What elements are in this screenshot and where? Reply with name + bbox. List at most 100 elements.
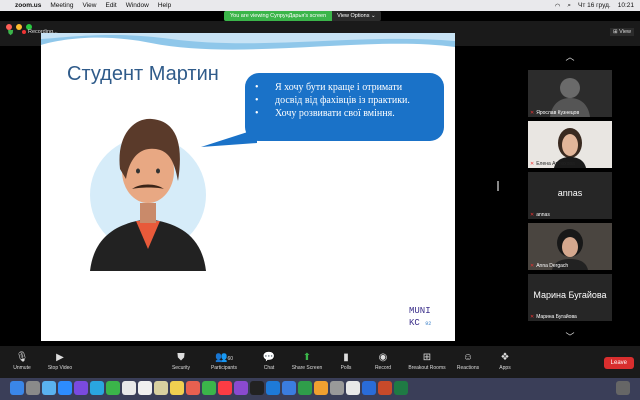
- zoom-icon[interactable]: [58, 381, 72, 395]
- telegram-icon[interactable]: [90, 381, 104, 395]
- chevron-up-icon[interactable]: ︿: [558, 50, 582, 63]
- view-label: View: [619, 29, 631, 35]
- messages-icon[interactable]: [106, 381, 120, 395]
- participants-count: 60: [227, 356, 233, 362]
- viewing-text: You are viewing СупрунДарья's screen: [224, 11, 333, 21]
- polls-button[interactable]: ▮ Polls: [326, 351, 366, 371]
- chat-button[interactable]: 💬 Chat: [249, 351, 289, 371]
- chat-bubble-icon: 💬: [262, 352, 276, 363]
- participant-name: Ярослав Кузнецов: [536, 110, 580, 116]
- mic-muted-icon: ✕: [530, 110, 535, 116]
- launchpad-icon[interactable]: [26, 381, 40, 395]
- logo-line2: KC: [409, 318, 420, 328]
- leave-button[interactable]: Leave: [603, 357, 634, 369]
- student-avatar-illustration: [90, 118, 206, 271]
- excel-icon[interactable]: [394, 381, 408, 395]
- polls-label: Polls: [340, 365, 352, 371]
- word-icon[interactable]: [362, 381, 376, 395]
- apps-button[interactable]: ❖ Apps: [485, 351, 525, 371]
- menu-view[interactable]: View: [83, 2, 97, 9]
- share-screen-icon: ⬆: [302, 352, 312, 363]
- record-icon: ◉: [378, 352, 388, 363]
- time-label[interactable]: 10:21: [618, 2, 634, 9]
- share-screen-button[interactable]: ⬆ Share Screen: [287, 351, 327, 371]
- participant-name: Марина Бугайова: [536, 314, 577, 320]
- mic-muted-icon: ✕: [530, 314, 535, 320]
- participant-tile[interactable]: ✕ Елена Артюхова: [528, 121, 612, 168]
- bullet-item: • досвід від фахівців із практики.: [255, 95, 410, 106]
- photos-icon[interactable]: [186, 381, 200, 395]
- people-icon: 👥60: [214, 352, 233, 363]
- numbers-icon[interactable]: [298, 381, 312, 395]
- participant-display-name: annas: [557, 188, 583, 198]
- logo-line1: MUNI: [409, 306, 431, 316]
- music-icon[interactable]: [218, 381, 232, 395]
- apps-label: Apps: [499, 365, 511, 371]
- security-label: Security: [171, 365, 191, 371]
- wifi-icon[interactable]: ◠: [555, 2, 561, 10]
- facetime-icon[interactable]: [202, 381, 216, 395]
- calendar-icon[interactable]: [138, 381, 152, 395]
- participant-tile[interactable]: annas ✕ annas: [528, 172, 612, 219]
- split-drag-handle[interactable]: [497, 181, 499, 191]
- finder-icon[interactable]: [10, 381, 24, 395]
- viewing-banner: You are viewing СупрунДарья's screen Vie…: [224, 11, 381, 21]
- breakout-rooms-label: Breakout Rooms: [408, 365, 446, 371]
- search-icon[interactable]: ⌕: [567, 2, 571, 10]
- record-label: Record: [374, 365, 392, 371]
- menu-help[interactable]: Help: [158, 2, 171, 9]
- safari-icon[interactable]: [42, 381, 56, 395]
- notes-icon[interactable]: [170, 381, 184, 395]
- viber-icon[interactable]: [74, 381, 88, 395]
- meeting-toolbar: 🎙 Unmute ▶ Stop Video ⛊ Security 👥60 Partici…: [0, 346, 640, 378]
- mic-muted-icon: ✕: [530, 212, 535, 218]
- participants-button[interactable]: 👥60 Participants: [204, 351, 244, 371]
- appstore-icon[interactable]: [266, 381, 280, 395]
- security-button[interactable]: ⛊ Security: [161, 351, 201, 371]
- participant-tile[interactable]: Марина Бугайова ✕ Марина Бугайова: [528, 274, 612, 321]
- contacts-icon[interactable]: [154, 381, 168, 395]
- muni-logo: MUNI KC 92: [409, 305, 431, 330]
- participants-label: Participants: [210, 365, 238, 371]
- menu-edit[interactable]: Edit: [105, 2, 116, 9]
- slide-title: Студент Мартин: [67, 63, 219, 85]
- macos-menubar: zoom.us Meeting View Edit Window Help ◠ …: [0, 0, 640, 11]
- chevron-down-icon[interactable]: ﹀: [558, 330, 582, 343]
- mic-muted-icon: ✕: [530, 161, 535, 167]
- trash-icon[interactable]: [616, 381, 630, 395]
- pages-icon[interactable]: [314, 381, 328, 395]
- participant-name: annas: [536, 212, 550, 218]
- grid-icon: ⊞: [422, 352, 432, 363]
- macos-dock: [0, 378, 640, 400]
- chrome-icon[interactable]: [346, 381, 360, 395]
- view-button[interactable]: ⊞ View: [610, 28, 634, 36]
- grid-icon: ⊞: [613, 29, 618, 35]
- participant-name: Anna Dergach: [536, 263, 569, 269]
- podcasts-icon[interactable]: [234, 381, 248, 395]
- breakout-rooms-button[interactable]: ⊞ Breakout Rooms: [404, 351, 450, 371]
- tv-icon[interactable]: [250, 381, 264, 395]
- bullet-item: • Хочу розвивати свої вміння.: [255, 108, 395, 119]
- participant-tile[interactable]: ✕ Ярослав Кузнецов: [528, 70, 612, 117]
- date-label[interactable]: Чт 16 груд.: [578, 2, 611, 9]
- powerpoint-icon[interactable]: [378, 381, 392, 395]
- view-options-button[interactable]: View Options ⌄: [332, 11, 381, 21]
- bar-chart-icon: ▮: [343, 352, 349, 363]
- menu-app[interactable]: zoom.us: [15, 2, 41, 9]
- participant-tile[interactable]: ✕ Anna Dergach: [528, 223, 612, 270]
- share-screen-label: Share Screen: [291, 365, 323, 371]
- record-button[interactable]: ◉ Record: [363, 351, 403, 371]
- stop-video-label: Stop Video: [47, 365, 73, 371]
- apps-icon: ❖: [500, 352, 510, 363]
- keynote-icon[interactable]: [282, 381, 296, 395]
- smile-icon: ☺: [462, 352, 474, 363]
- mail-icon[interactable]: [122, 381, 136, 395]
- menu-window[interactable]: Window: [126, 2, 149, 9]
- menu-meeting[interactable]: Meeting: [50, 2, 73, 9]
- settings-icon[interactable]: [330, 381, 344, 395]
- stop-video-button[interactable]: ▶ Stop Video: [40, 351, 80, 371]
- reactions-button[interactable]: ☺ Reactions: [448, 351, 488, 371]
- chat-label: Chat: [263, 365, 275, 371]
- participant-name: Елена Артюхова: [536, 161, 575, 167]
- unmute-button[interactable]: 🎙 Unmute: [2, 351, 42, 371]
